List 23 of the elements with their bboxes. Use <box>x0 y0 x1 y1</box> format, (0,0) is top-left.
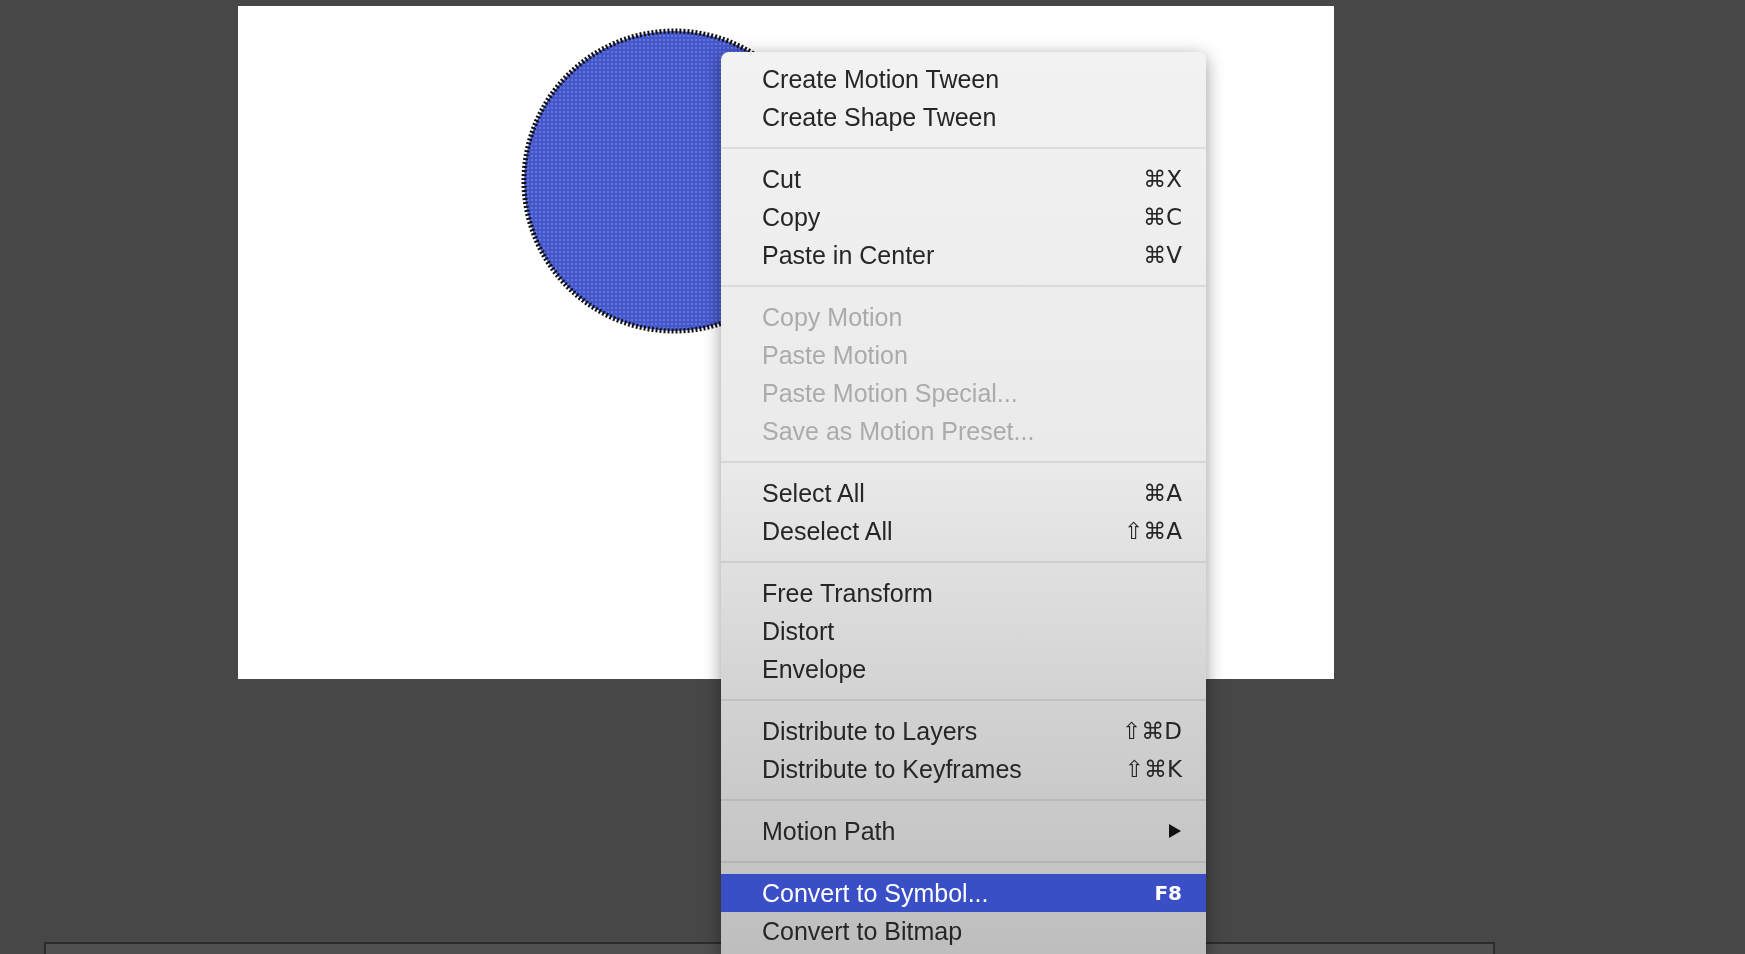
shortcut-label: ⌘C <box>1142 204 1182 230</box>
shortcut-label: ⇧⌘D <box>1122 718 1182 744</box>
shortcut-label: ⌘A <box>1143 480 1182 506</box>
shortcut-label: ⇧⌘A <box>1124 518 1182 544</box>
menu-item[interactable]: Motion Path <box>721 812 1206 850</box>
shortcut-label: ⌘X <box>1143 166 1182 192</box>
shortcut-label: ⌘V <box>1143 242 1182 268</box>
menu-item[interactable]: Paste in Center ⌘V <box>721 236 1206 274</box>
menu-item[interactable]: Distribute to Layers ⇧⌘D <box>721 712 1206 750</box>
menu-item[interactable]: Envelope <box>721 650 1206 688</box>
menu-item[interactable]: Distribute to Keyframes ⇧⌘K <box>721 750 1206 788</box>
menu-item[interactable]: Select All ⌘A <box>721 474 1206 512</box>
menu-item[interactable]: Copy ⌘C <box>721 198 1206 236</box>
menu-item[interactable]: Free Transform <box>721 574 1206 612</box>
shortcut-label: F8 <box>1154 881 1182 905</box>
menu-item[interactable]: Distort <box>721 612 1206 650</box>
menu-item[interactable]: Create Motion Tween <box>721 60 1206 98</box>
menu-item[interactable]: Convert to Symbol... F8 <box>721 874 1206 912</box>
menu-item[interactable]: Convert to Bitmap <box>721 912 1206 950</box>
menu-item[interactable]: Cut ⌘X <box>721 160 1206 198</box>
shortcut-label: ⇧⌘K <box>1124 756 1182 782</box>
menu-item[interactable]: Create Shape Tween <box>721 98 1206 136</box>
menu-item[interactable]: Deselect All ⇧⌘A <box>721 512 1206 550</box>
